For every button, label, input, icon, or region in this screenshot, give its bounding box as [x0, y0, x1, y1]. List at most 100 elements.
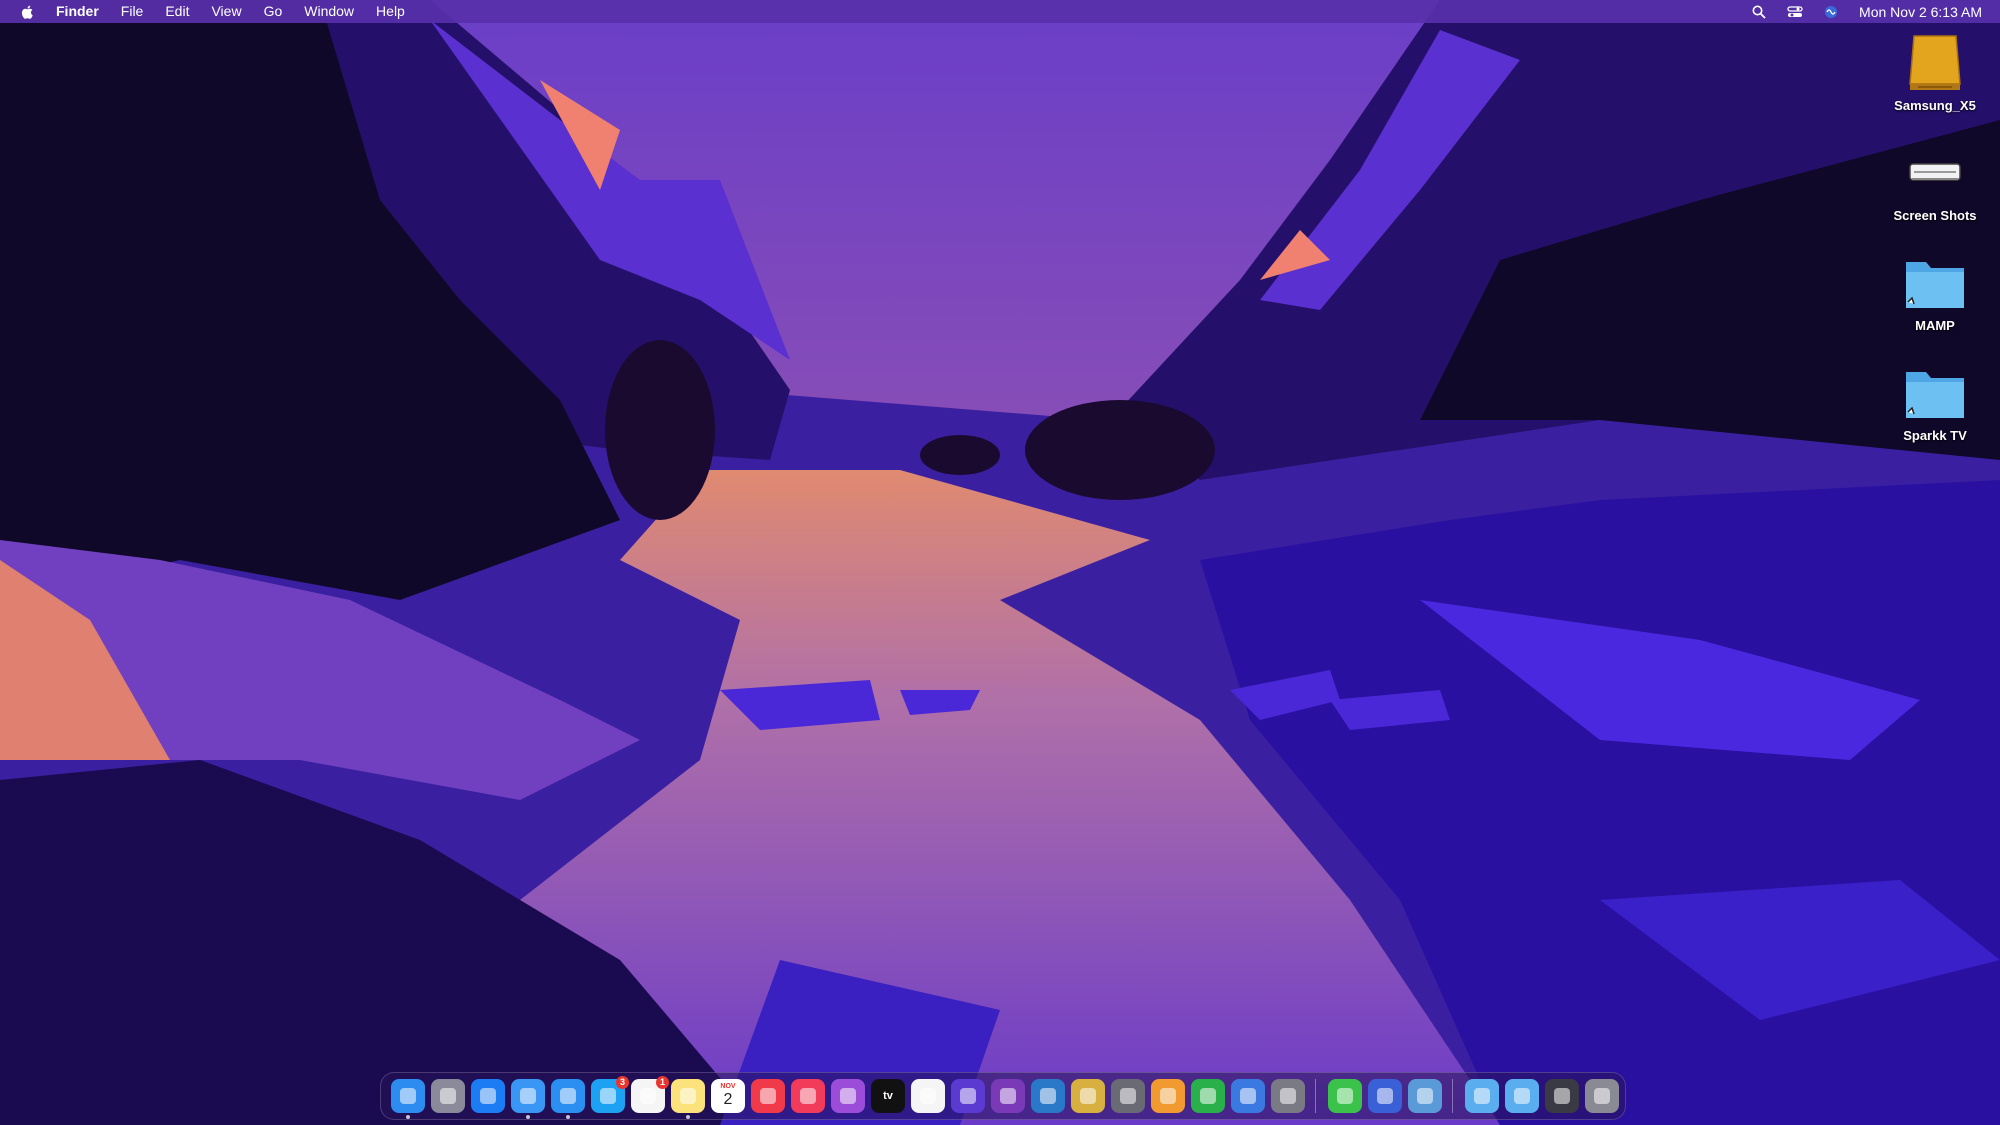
glyph	[1280, 1088, 1296, 1104]
dock-item-screenshot[interactable]	[1545, 1079, 1579, 1113]
running-indicator	[406, 1115, 410, 1119]
screenshot-icon	[1545, 1079, 1579, 1113]
dock-item-podcasts[interactable]	[831, 1079, 865, 1113]
glyph	[560, 1088, 576, 1104]
downloads-folder-icon	[1505, 1079, 1539, 1113]
dock-item-firefox[interactable]	[1368, 1079, 1402, 1113]
dock-item-twitter[interactable]: 3	[591, 1076, 629, 1113]
dock-item-preview[interactable]	[1408, 1079, 1442, 1113]
glyph	[1200, 1088, 1216, 1104]
running-indicator	[686, 1115, 690, 1119]
menu-edit[interactable]: Edit	[165, 0, 189, 23]
dock-item-pages[interactable]	[1151, 1079, 1185, 1113]
notes-icon	[671, 1079, 705, 1113]
menu-help[interactable]: Help	[376, 0, 405, 23]
dock-item-finder[interactable]	[391, 1079, 425, 1119]
glyph	[1474, 1088, 1490, 1104]
tv-icon: tv	[871, 1079, 905, 1113]
siri-icon[interactable]	[1823, 4, 1839, 20]
dock-item-downloads[interactable]	[1505, 1079, 1539, 1113]
external-drive-icon	[1900, 32, 1970, 94]
desktop-icon-sparkk-tv[interactable]: Sparkk TV	[1880, 362, 1990, 443]
dock-item-music[interactable]	[791, 1079, 825, 1113]
tv-label: tv	[883, 1090, 893, 1102]
glyph	[440, 1088, 456, 1104]
finder-icon	[391, 1079, 425, 1113]
menu-bar-clock[interactable]: Mon Nov 2 6:13 AM	[1859, 4, 1982, 20]
desktop-icon-label: Screen Shots	[1893, 208, 1977, 223]
dock-item-imovie[interactable]	[951, 1079, 985, 1113]
safari-icon	[551, 1079, 585, 1113]
podcasts-icon	[831, 1079, 865, 1113]
glyph	[1000, 1088, 1016, 1104]
dock-item-facetime[interactable]	[1328, 1079, 1362, 1113]
dock-item-mail[interactable]	[511, 1079, 545, 1119]
search-icon[interactable]	[1751, 4, 1767, 20]
running-indicator	[566, 1115, 570, 1119]
glyph	[480, 1088, 496, 1104]
glyph	[760, 1088, 776, 1104]
dock-item-numbers[interactable]	[1191, 1079, 1225, 1113]
glyph	[840, 1088, 856, 1104]
calendar-month: NOV	[720, 1083, 736, 1090]
menu-bar: Finder File Edit View Go Window Help Mon…	[0, 0, 2000, 23]
dock-separator	[1315, 1079, 1316, 1113]
menu-bar-status-area: Mon Nov 2 6:13 AM	[1751, 0, 1982, 23]
dock-item-keynote[interactable]	[1231, 1079, 1265, 1113]
dock-item-launchpad[interactable]	[431, 1079, 465, 1113]
dock-item-reminders[interactable]: 1	[631, 1076, 669, 1113]
menu-app-finder[interactable]: Finder	[56, 0, 99, 23]
dock-item-transmit[interactable]	[1071, 1079, 1105, 1113]
gear-icon	[1271, 1079, 1305, 1113]
notification-badge: 1	[656, 1076, 669, 1089]
desktop-icon-samsung-x5[interactable]: Samsung_X5	[1880, 32, 1990, 113]
dock-item-photos[interactable]	[911, 1079, 945, 1113]
glyph	[1160, 1088, 1176, 1104]
dock-item-safari[interactable]	[551, 1079, 585, 1119]
glyph	[1337, 1088, 1353, 1104]
dock-item-tv[interactable]: tv	[871, 1079, 905, 1113]
desktop-icon-screen-shots[interactable]: Screen Shots	[1880, 142, 1990, 223]
dock-item-app-store[interactable]	[471, 1079, 505, 1113]
desktop-wallpaper	[0, 0, 2000, 1125]
apple-menu-icon[interactable]	[20, 4, 36, 20]
trash-icon	[1585, 1079, 1619, 1113]
dock-item-trash[interactable]	[1585, 1079, 1619, 1113]
control-center-icon[interactable]	[1787, 4, 1803, 20]
glyph	[400, 1088, 416, 1104]
menu-go[interactable]: Go	[264, 0, 283, 23]
dock-item-affinity-designer[interactable]	[1031, 1079, 1065, 1113]
dock-item-news[interactable]	[751, 1079, 785, 1113]
running-indicator	[526, 1115, 530, 1119]
firefox-icon	[1368, 1079, 1402, 1113]
glyph	[640, 1088, 656, 1104]
affinity-designer-icon	[1031, 1079, 1065, 1113]
dock-item-notes[interactable]	[671, 1079, 705, 1119]
dock-item-calendar[interactable]: NOV 2	[711, 1079, 745, 1113]
menu-window[interactable]: Window	[304, 0, 354, 23]
dock-item-sequel-pro[interactable]	[1111, 1079, 1145, 1113]
dock: 3 1 NOV 2 tv	[380, 1072, 1626, 1120]
glyph	[1417, 1088, 1433, 1104]
glyph	[800, 1088, 816, 1104]
menu-view[interactable]: View	[211, 0, 241, 23]
drive-icon	[1900, 142, 1970, 204]
dock-item-system-preferences[interactable]	[1271, 1079, 1305, 1113]
app-store-icon	[471, 1079, 505, 1113]
dock-item-documents[interactable]	[1465, 1079, 1499, 1113]
elephant-icon	[1111, 1079, 1145, 1113]
dock-separator	[1452, 1079, 1453, 1113]
menu-file[interactable]: File	[121, 0, 144, 23]
glyph	[960, 1088, 976, 1104]
desktop-icon-mamp[interactable]: MAMP	[1880, 252, 1990, 333]
pages-icon	[1151, 1079, 1185, 1113]
glyph	[1240, 1088, 1256, 1104]
affinity-photo-icon	[991, 1079, 1025, 1113]
launchpad-icon	[431, 1079, 465, 1113]
news-icon	[751, 1079, 785, 1113]
dock-item-affinity-photo[interactable]	[991, 1079, 1025, 1113]
forklift-icon	[1071, 1079, 1105, 1113]
calendar-day: 2	[723, 1091, 733, 1108]
facetime-icon	[1328, 1079, 1362, 1113]
glyph	[1120, 1088, 1136, 1104]
